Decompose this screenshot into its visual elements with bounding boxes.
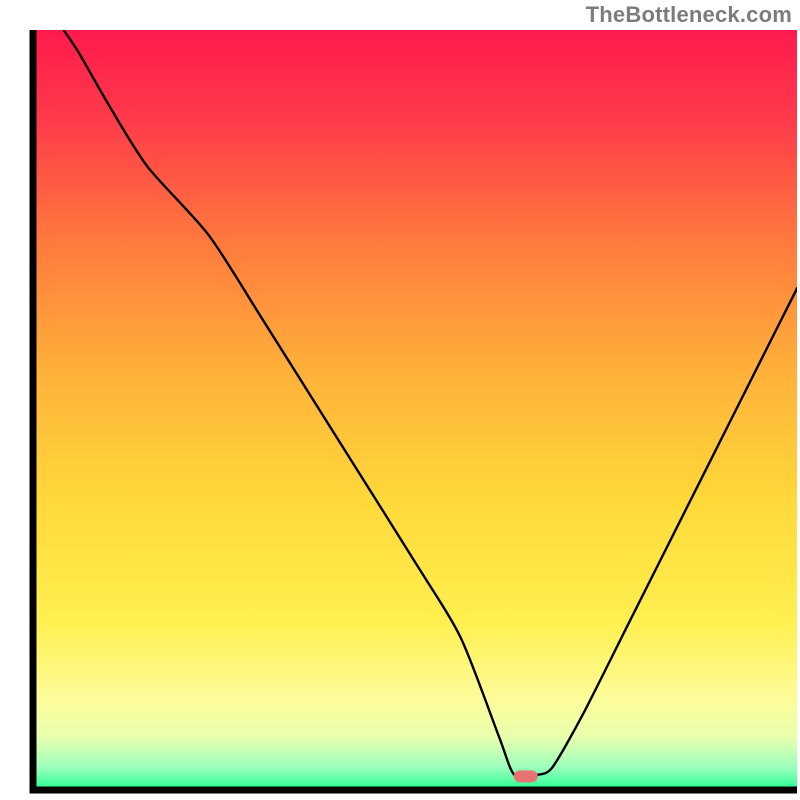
gradient-background: [33, 30, 797, 790]
plot-area: [33, 30, 797, 790]
optimal-marker: [514, 770, 538, 782]
chart-svg: [0, 0, 800, 800]
watermark-text: TheBottleneck.com: [586, 2, 792, 28]
bottleneck-chart: TheBottleneck.com: [0, 0, 800, 800]
